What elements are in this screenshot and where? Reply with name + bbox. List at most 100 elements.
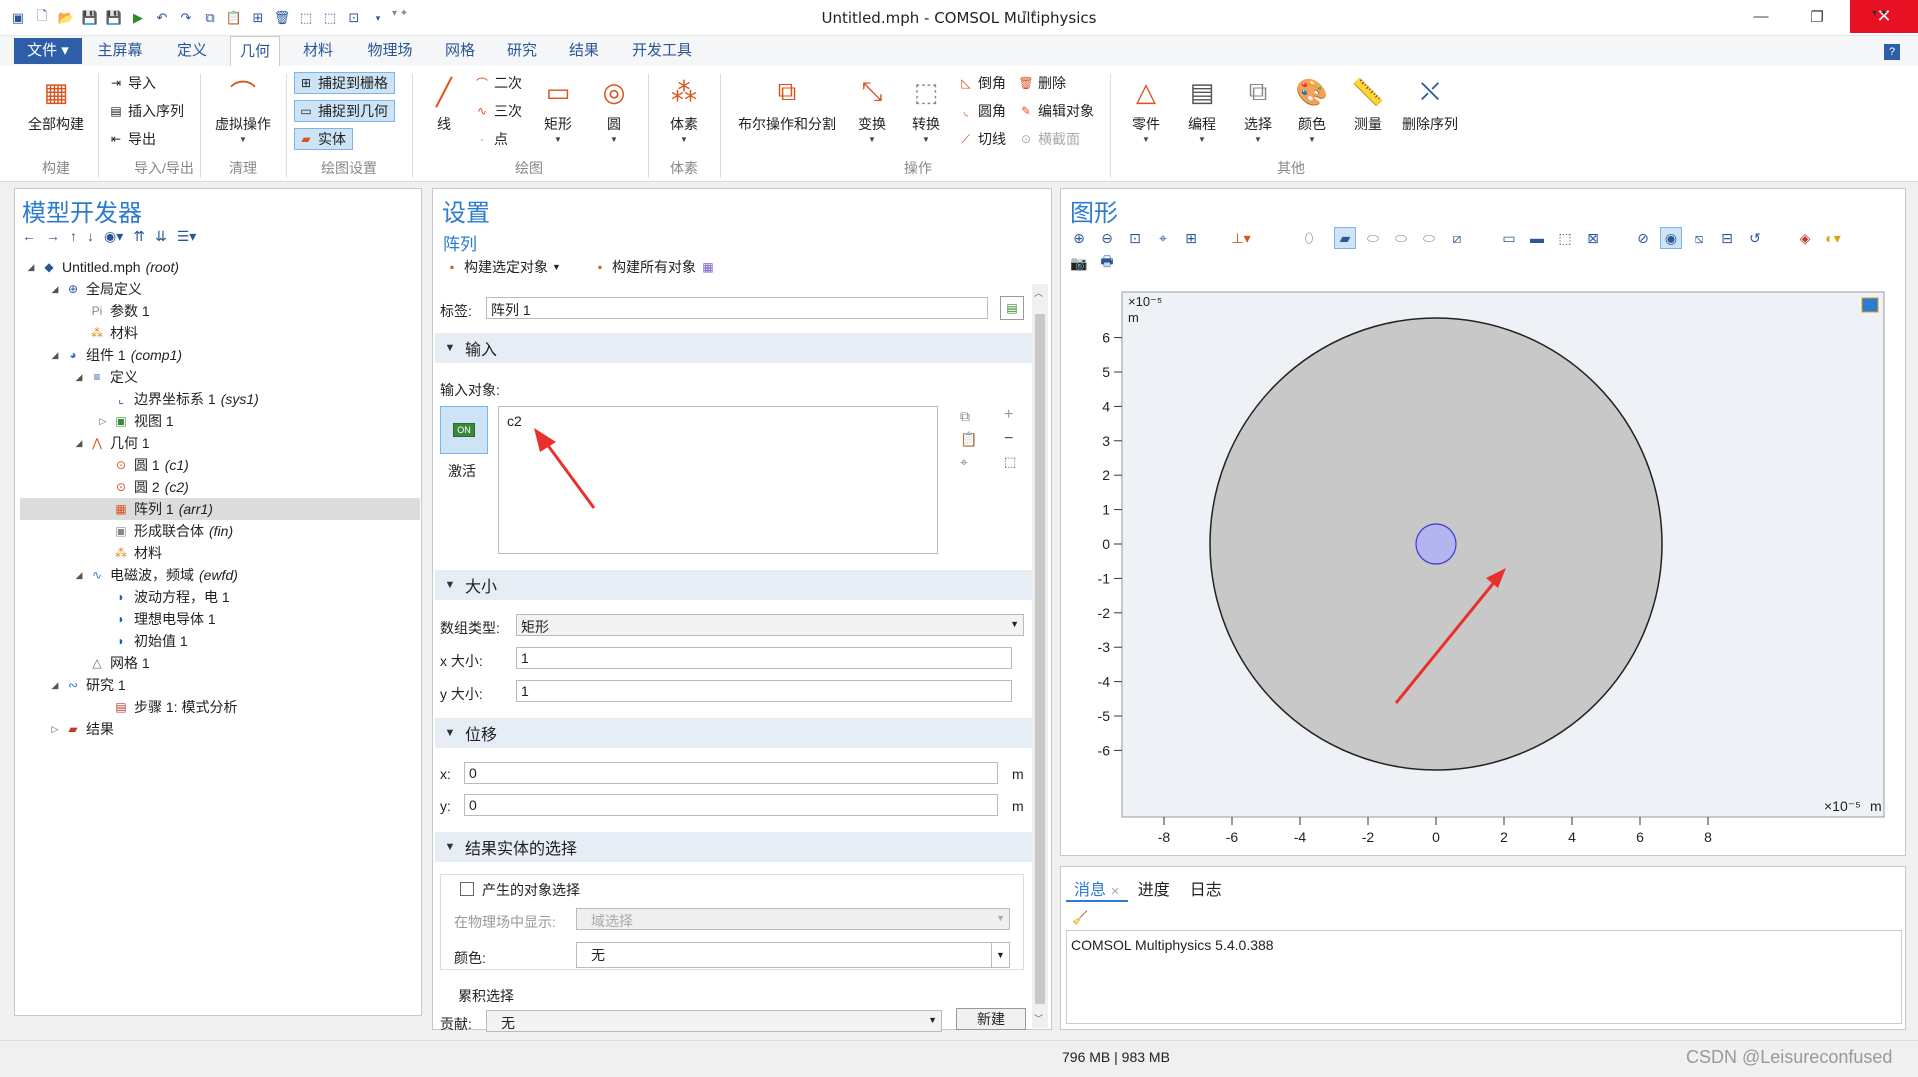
expand-arrow-icon[interactable]: ◢ (50, 350, 60, 361)
build-all-button[interactable]: ▦ 全部构建 (20, 76, 92, 134)
array-type-select[interactable]: 矩形 ▼ (516, 614, 1024, 636)
copy-selection-icon[interactable]: ⧉ (960, 408, 977, 425)
color-select[interactable]: 无 ▼ (576, 942, 1010, 968)
collapse-arrow-icon[interactable]: ▷ (98, 416, 108, 427)
tree-item-study-step[interactable]: ▤ 步骤 1: 模式分析 (98, 696, 237, 718)
tab-definitions[interactable]: 定义 (168, 36, 216, 66)
chamfer-button[interactable]: ◺ 倒角 (958, 72, 1006, 94)
select-objects-icon[interactable]: ⬯ (1298, 227, 1320, 249)
settings-scrollbar[interactable]: ︿ ﹀ (1032, 284, 1048, 1028)
point-button[interactable]: · 点 (474, 128, 508, 150)
reset-view-icon[interactable]: ↺ (1744, 227, 1766, 249)
y-size-field[interactable]: 1 (516, 680, 1012, 702)
voxels-button[interactable]: ⁂ 体素 ▼ (656, 76, 712, 144)
tab-developer[interactable]: 开发工具 (622, 36, 702, 66)
tab-mesh[interactable]: 网格 (436, 36, 484, 66)
section-input[interactable]: ▼ 输入 (435, 333, 1032, 363)
panel-menu-icon[interactable]: ▾ ✦ (1872, 8, 1888, 19)
zoom-box-icon[interactable]: ⊡ (1124, 227, 1146, 249)
quadratic-button[interactable]: ⌒ 二次 (474, 72, 522, 94)
cubic-button[interactable]: ∿ 三次 (474, 100, 522, 122)
tree-item-circle-1[interactable]: ⊙ 圆 1 (c1) (98, 454, 189, 476)
input-object-item[interactable]: c2 (507, 413, 522, 429)
edit-object-button[interactable]: ✎ 编辑对象 (1018, 100, 1094, 122)
wireframe-icon[interactable]: ⧅ (1688, 227, 1710, 249)
tree-item-study[interactable]: ◢ ∾ 研究 1 (50, 674, 126, 696)
tree-item-ewfd[interactable]: ◢ ∿ 电磁波，频域 (ewfd) (74, 564, 238, 586)
line-button[interactable]: ╱ 线 (420, 76, 468, 134)
zoom-out-icon[interactable]: ⊖ (1096, 227, 1118, 249)
expand-arrow-icon[interactable]: ◢ (26, 262, 36, 273)
select-all-icon[interactable]: ⬚ (1554, 227, 1576, 249)
expand-arrow-icon[interactable]: ◢ (50, 680, 60, 691)
panel-menu-icon[interactable]: ▾ ✦ (1022, 8, 1038, 19)
tree-item-global-definitions[interactable]: ◢ ⊕ 全局定义 (50, 278, 142, 300)
tab-physics[interactable]: 物理场 (358, 36, 422, 66)
tree-item-form-union[interactable]: ▣ 形成联合体 (fin) (98, 520, 233, 542)
tree-item-pec[interactable]: ◗ 理想电导体 1 (98, 608, 215, 630)
import-button[interactable]: ⇥ 导入 (108, 72, 156, 94)
tree-item-initial-values[interactable]: ◗ 初始值 1 (98, 630, 187, 652)
transparency-icon[interactable]: ⊟ (1716, 227, 1738, 249)
inner-circle-domain-c2[interactable] (1415, 523, 1457, 565)
activate-toggle[interactable]: ON (440, 406, 488, 454)
circle-button[interactable]: ◎ 圆 ▼ (590, 76, 638, 144)
tangent-button[interactable]: ⟋ 切线 (958, 128, 1006, 150)
export-button[interactable]: ⇤ 导出 (108, 128, 156, 150)
color-legend-icon[interactable] (1861, 297, 1879, 313)
tab-study[interactable]: 研究 (498, 36, 546, 66)
x-displacement-field[interactable]: 0 (464, 762, 998, 784)
section-size[interactable]: ▼ 大小 (435, 570, 1032, 600)
snap-to-grid-toggle[interactable]: ⊞ 捕捉到栅格 (294, 72, 395, 94)
new-selection-button[interactable]: 新建 (956, 1008, 1026, 1030)
tree-item-results[interactable]: ▷ ▰ 结果 (50, 718, 114, 740)
x-size-field[interactable]: 1 (516, 647, 1012, 669)
solid-toggle[interactable]: ▰ 实体 (294, 128, 353, 150)
print-icon[interactable]: 🖶 (1096, 252, 1118, 274)
expand-arrow-icon[interactable]: ◢ (74, 372, 84, 383)
tree-item-boundary-system[interactable]: ⌞ 边界坐标系 1 (sys1) (98, 388, 259, 410)
select-edges-icon[interactable]: ⬭ (1390, 227, 1412, 249)
fillet-button[interactable]: ◟ 圆角 (958, 100, 1006, 122)
show-in-physics-select[interactable]: 域选择 ▼ (576, 908, 1010, 930)
scrollbar-thumb[interactable] (1035, 314, 1045, 1004)
tab-progress[interactable]: 进度 (1128, 872, 1180, 902)
transforms-button[interactable]: ⤡ 变换 ▼ (850, 76, 894, 144)
tree-item-circle-2[interactable]: ⊙ 圆 2 (c2) (98, 476, 189, 498)
remove-from-selection-icon[interactable]: − (1004, 430, 1016, 448)
selections-button[interactable]: ⧉ 选择 ▼ (1230, 76, 1286, 144)
clear-selection-icon[interactable]: ⬚ (1004, 454, 1016, 470)
add-to-selection-icon[interactable]: + (1004, 406, 1016, 424)
zoom-extents-icon[interactable]: ⌖ (1152, 227, 1174, 249)
minimize-button[interactable]: — (1738, 0, 1784, 33)
snap-to-geometry-toggle[interactable]: ▭ 捕捉到几何 (294, 100, 395, 122)
label-edit-icon[interactable]: ▤ (1000, 296, 1024, 320)
move-up-icon[interactable]: ↑ (70, 228, 77, 245)
tree-item-global-materials[interactable]: ⁂ 材料 (74, 322, 138, 344)
scene-light-icon[interactable]: ◈ (1794, 227, 1816, 249)
tree-item-array-1[interactable]: ▦ 阵列 1 (arr1) (98, 498, 213, 520)
resulting-selection-checkbox[interactable] (460, 882, 474, 896)
select-domains-icon[interactable]: ▰ (1334, 227, 1356, 249)
select-points-icon[interactable]: ⬭ (1418, 227, 1440, 249)
zoom-in-icon[interactable]: ⊕ (1068, 227, 1090, 249)
view-options-icon[interactable]: ☰▾ (177, 228, 197, 245)
scroll-down-icon[interactable]: ﹀ (1034, 1012, 1043, 1025)
tab-results[interactable]: 结果 (560, 36, 608, 66)
tree-item-wave-equation[interactable]: ◗ 波动方程，电 1 (98, 586, 229, 608)
tree-item-mesh[interactable]: △ 网格 1 (74, 652, 149, 674)
tree-item-geometry[interactable]: ◢ ⋀ 几何 1 (74, 432, 150, 454)
expand-arrow-icon[interactable]: ◢ (50, 284, 60, 295)
y-displacement-field[interactable]: 0 (464, 794, 998, 816)
parts-button[interactable]: △ 零件 ▼ (1118, 76, 1174, 144)
rectangle-button[interactable]: ▭ 矩形 ▼ (534, 76, 582, 144)
clear-selection-icon[interactable]: ⊠ (1582, 227, 1604, 249)
select-box-icon[interactable]: ▭ (1498, 227, 1520, 249)
hide-entities-icon[interactable]: ⊘ (1632, 227, 1654, 249)
collapse-arrow-icon[interactable]: ▷ (50, 724, 60, 735)
delete-entities-button[interactable]: 🗑 删除 (1018, 72, 1066, 94)
tab-home[interactable]: 主屏幕 (92, 36, 148, 66)
clear-messages-icon[interactable]: 🧹 (1072, 910, 1088, 926)
close-tab-icon[interactable]: ✕ (1110, 886, 1119, 898)
tree-item-definitions[interactable]: ◢ ≡ 定义 (74, 366, 138, 388)
